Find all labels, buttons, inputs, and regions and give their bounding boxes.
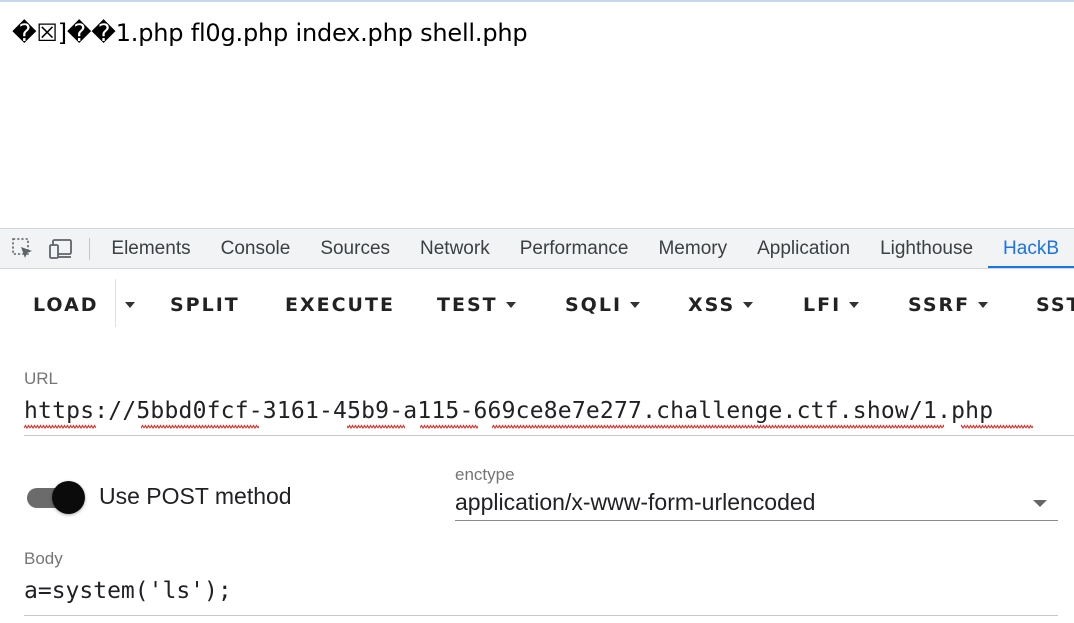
chevron-down-icon: [630, 302, 641, 308]
sqli-menu-label: SQLI: [565, 294, 623, 316]
chevron-down-icon: [849, 302, 860, 308]
devtools-separator: [89, 237, 91, 260]
test-menu-label: TEST: [437, 294, 498, 316]
inspect-element-icon[interactable]: [11, 236, 35, 262]
page-output-text: �☒]��1.php fl0g.php index.php shell.php: [12, 19, 528, 47]
enctype-label: enctype: [455, 465, 515, 484]
xss-menu-button[interactable]: XSS: [686, 285, 755, 325]
chevron-down-icon: [125, 302, 135, 308]
tab-application[interactable]: Application: [742, 229, 865, 268]
split-button[interactable]: SPLIT: [168, 285, 242, 325]
load-options-dropdown[interactable]: [121, 285, 137, 325]
ssrf-menu-label: SSRF: [908, 294, 971, 316]
xss-menu-label: XSS: [688, 294, 736, 316]
tab-console[interactable]: Console: [206, 229, 306, 268]
lfi-menu-label: LFI: [803, 294, 842, 316]
enctype-underline: [455, 520, 1058, 521]
device-toolbar-icon[interactable]: [49, 236, 75, 262]
test-menu-button[interactable]: TEST: [435, 285, 518, 325]
chevron-down-icon: [505, 302, 516, 308]
url-spellcheck-underline: [24, 424, 1033, 430]
browser-top-border: [0, 0, 1074, 2]
execute-button[interactable]: EXECUTE: [283, 285, 397, 325]
sqli-menu-button[interactable]: SQLI: [563, 285, 642, 325]
enctype-select[interactable]: application/x-www-form-urlencoded: [455, 489, 815, 516]
tab-performance[interactable]: Performance: [505, 229, 644, 268]
hackbar-toolbar: LOAD SPLIT EXECUTE TEST SQLI XSS LFI SSR…: [0, 269, 1074, 335]
devtools-tab-bar: Elements Console Sources Network Perform…: [0, 228, 1074, 269]
url-input[interactable]: https://5bbd0fcf-3161-45b9-a115-669ce8e7…: [24, 398, 993, 424]
body-underline: [24, 615, 1058, 616]
post-method-label: Use POST method: [99, 483, 292, 509]
ssrf-menu-button[interactable]: SSRF: [906, 285, 990, 325]
load-split-separator: [115, 279, 116, 327]
chevron-down-icon: [743, 302, 754, 308]
body-label: Body: [24, 549, 63, 568]
tab-sources[interactable]: Sources: [305, 229, 405, 268]
tab-memory[interactable]: Memory: [643, 229, 742, 268]
lfi-menu-button[interactable]: LFI: [801, 285, 861, 325]
chevron-down-icon: [978, 302, 989, 308]
chevron-down-icon[interactable]: [1033, 500, 1047, 507]
tab-elements[interactable]: Elements: [96, 229, 205, 268]
load-button[interactable]: LOAD: [31, 285, 101, 325]
tab-network[interactable]: Network: [405, 229, 505, 268]
body-input[interactable]: a=system('ls');: [24, 578, 232, 604]
ssti-menu-button[interactable]: SST: [1034, 285, 1074, 325]
post-method-toggle-thumb[interactable]: [52, 481, 85, 514]
tab-hackbar[interactable]: HackB: [988, 229, 1074, 268]
url-label: URL: [24, 369, 59, 388]
tab-lighthouse[interactable]: Lighthouse: [865, 229, 988, 268]
url-underline: [24, 435, 1074, 436]
